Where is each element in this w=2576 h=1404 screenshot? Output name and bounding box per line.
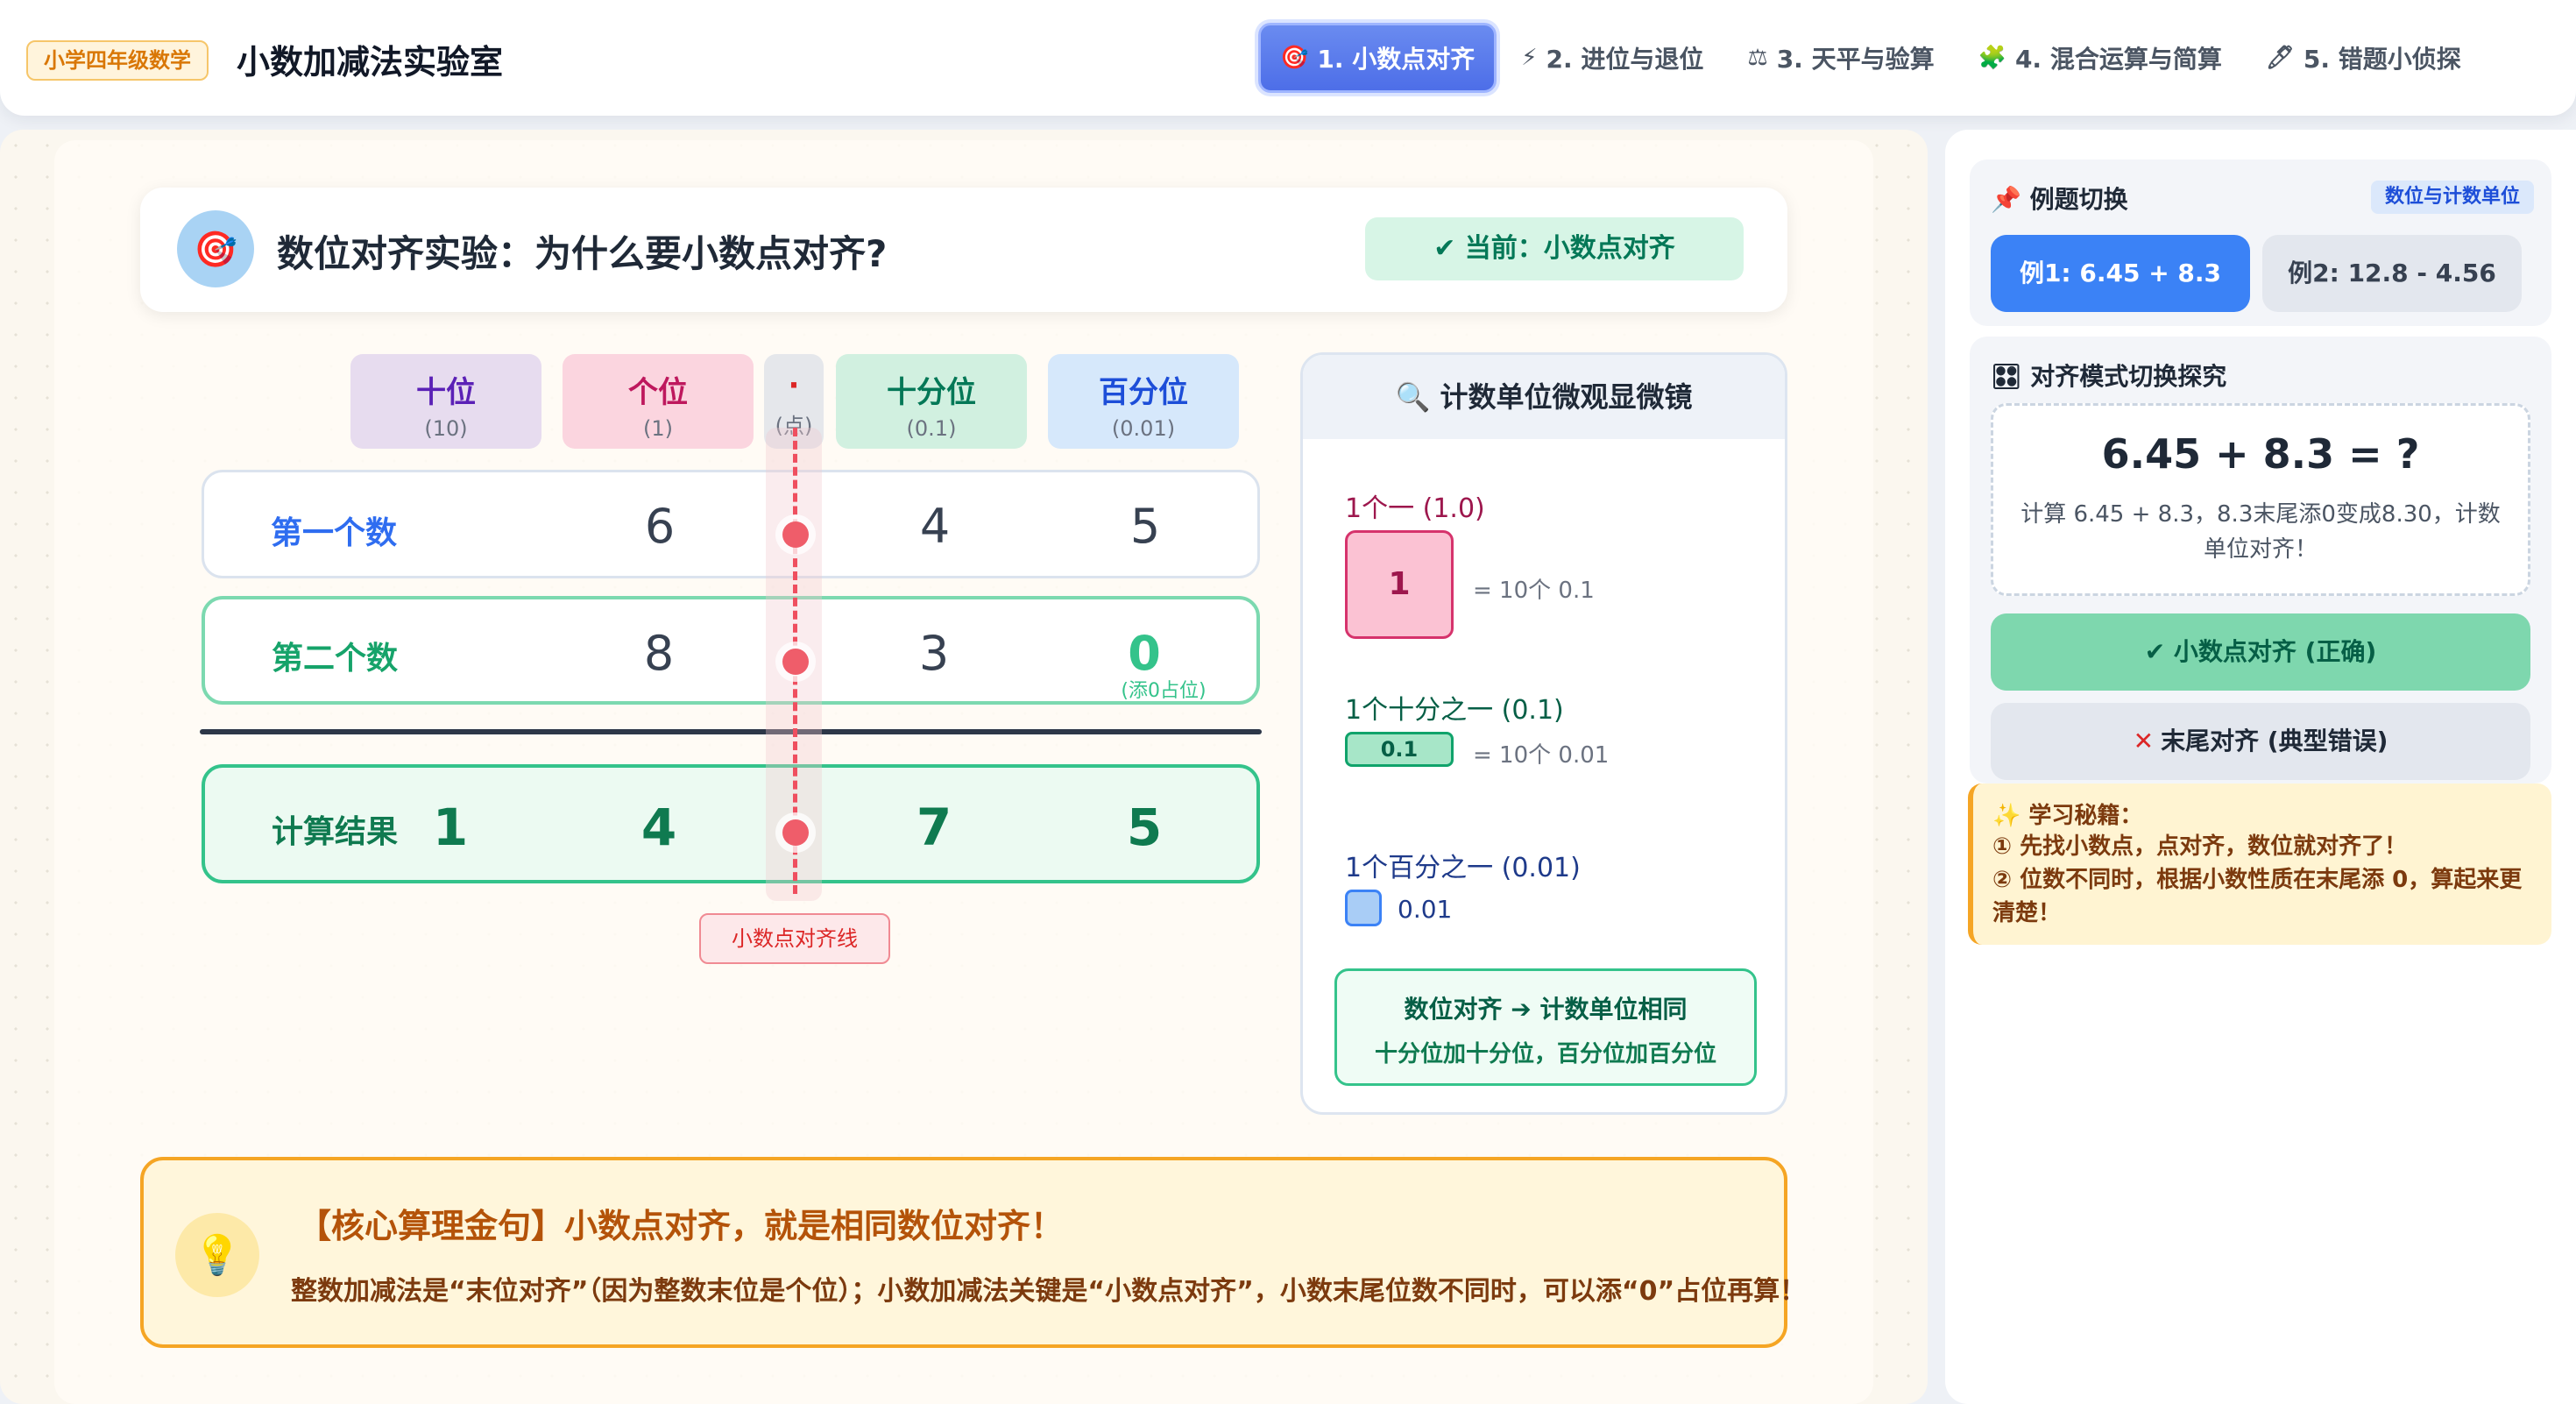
result-row: 计算结果 1 4 7 5	[202, 764, 1260, 883]
tab-carry-borrow[interactable]: ⚡ 2. 进位与退位	[1502, 23, 1723, 93]
core-principle-text: 整数加减法是“末位对齐”（因为整数末位是个位）；小数加减法关键是“小数点对齐”，…	[291, 1276, 1807, 1307]
alignment-mode-title: 🎛 对齐模式切换探究	[1991, 362, 2227, 391]
microscope-summary: 数位对齐 ➔ 计数单位相同 十分位加十分位，百分位加百分位	[1334, 968, 1757, 1086]
one-unit-label: 1个一 (1.0)	[1345, 493, 1485, 524]
row-label: 第二个数	[272, 641, 399, 677]
equation-hint: 计算 6.45 + 8.3，8.3末尾添0变成8.30，计数单位对齐！	[2020, 501, 2501, 563]
second-number-row: 第二个数 8 3 0 (添0占位)	[202, 596, 1260, 705]
mode-label: 末尾对齐 (典型错误)	[2161, 727, 2388, 755]
tab-label: 2. 进位与退位	[1546, 45, 1704, 74]
place-header-tens: 十位 (10)	[350, 354, 541, 449]
puzzle-icon: 🧩	[1978, 45, 2006, 71]
grade-badge: 小学四年级数学	[26, 40, 209, 81]
summary-line-2: 十分位加十分位，百分位加百分位	[1374, 1041, 1716, 1067]
place-header-hundredths: 百分位 (0.01)	[1048, 354, 1239, 449]
padding-note: (添0占位)	[1121, 680, 1207, 702]
decimal-point-mark	[782, 521, 809, 548]
place-name: 百分位	[1099, 375, 1188, 410]
experiment-title: 数位对齐实验：为什么要小数点对齐?	[277, 232, 888, 275]
place-unit: (0.1)	[906, 416, 957, 441]
core-principle-bar: 💡 【核心算理金句】小数点对齐，就是相同数位对齐！ 整数加减法是“末位对齐”（因…	[140, 1157, 1806, 1348]
sum-divider	[200, 729, 1262, 734]
tab-error-detective[interactable]: 🖊 5. 错题小侦探	[2247, 23, 2480, 93]
hundredth-unit-label: 1个百分之一 (0.01)	[1345, 853, 1581, 883]
tab-label: 3. 天平与验算	[1776, 45, 1935, 74]
app-title: 小数加减法实验室	[237, 43, 504, 82]
core-principle-title: 【核心算理金句】小数点对齐，就是相同数位对齐！	[298, 1207, 1065, 1245]
tenth-unit-equivalence: = 10个 0.01	[1473, 742, 1610, 769]
tab-label: 5. 错题小侦探	[2303, 45, 2461, 74]
ones-digit: 4	[640, 798, 677, 857]
one-unit-block: 1	[1345, 530, 1454, 639]
place-name: 个位	[628, 375, 688, 410]
cross-icon: ✕	[2133, 727, 2155, 755]
microscope-title: 🔍 计数单位微观显微镜	[1303, 355, 1785, 439]
unit-microscope-panel: 🔍 计数单位微观显微镜 1个一 (1.0) 1 = 10个 0.1 1个十分之一…	[1300, 352, 1787, 1115]
alignment-mode-card: 🎛 对齐模式切换探究 6.45 + 8.3 = ? 计算 6.45 + 8.3，…	[1970, 337, 2551, 784]
place-name: 十分位	[887, 375, 976, 410]
tab-mixed-ops[interactable]: 🧩 4. 混合运算与简算	[1959, 23, 2241, 93]
decimal-line-tag: 小数点对齐线	[699, 913, 890, 964]
place-header-ones: 个位 (1)	[563, 354, 754, 449]
tenths-digit: 7	[916, 798, 952, 857]
experiment-header: 🎯 数位对齐实验：为什么要小数点对齐? ✔ 当前：小数点对齐	[140, 188, 1787, 312]
right-sidebar: 📌 例题切换 数位与计数单位 例1: 6.45 + 8.3 例2: 12.8 -…	[1945, 130, 2576, 1404]
first-number-row: 第一个数 6 4 5	[202, 470, 1260, 578]
tens-digit: 1	[432, 798, 469, 857]
current-mode-badge: ✔ 当前：小数点对齐	[1365, 217, 1744, 280]
one-unit-equivalence: = 10个 0.1	[1473, 578, 1595, 604]
example-switch-title: 📌 例题切换	[1991, 185, 2128, 214]
decimal-point-mark	[782, 649, 809, 675]
place-name: ·	[788, 368, 800, 403]
place-unit: (0.01)	[1111, 416, 1176, 441]
end-align-mode-button[interactable]: ✕ 末尾对齐 (典型错误)	[1991, 703, 2530, 780]
learning-tips: ✨ 学习秘籍： ① 先找小数点，点对齐，数位就对齐了！ ② 位数不同时，根据小数…	[1968, 784, 2551, 945]
hundredth-unit-block	[1345, 890, 1382, 926]
target-icon: 🎯	[1280, 45, 1309, 71]
hundredth-unit-value: 0.01	[1398, 895, 1453, 924]
example-2-button[interactable]: 例2: 12.8 - 4.56	[2262, 235, 2522, 312]
topic-badge: 数位与计数单位	[2370, 181, 2534, 214]
place-header-tenths: 十分位 (0.1)	[836, 354, 1027, 449]
row-label: 计算结果	[272, 814, 399, 850]
lightbulb-icon: 💡	[175, 1213, 259, 1297]
hundredths-digit: 5	[1129, 499, 1161, 554]
decimal-align-mode-button[interactable]: ✔ 小数点对齐 (正确)	[1991, 613, 2530, 691]
tenths-digit: 4	[919, 499, 951, 554]
tab-balance-check[interactable]: ⚖ 3. 天平与验算	[1728, 23, 1953, 93]
tenths-digit: 3	[918, 626, 950, 681]
ones-digit: 8	[643, 626, 675, 681]
padding-zero-digit: 0	[1128, 626, 1161, 681]
target-icon: 🎯	[177, 210, 254, 287]
tip-line-1: ① 先找小数点，点对齐，数位就对齐了！	[1992, 833, 2408, 860]
scale-icon: ⚖	[1747, 45, 1768, 71]
lesson-tabs: 🎯 1. 小数点对齐 ⚡ 2. 进位与退位 ⚖ 3. 天平与验算 🧩 4. 混合…	[1258, 19, 2486, 96]
example-1-button[interactable]: 例1: 6.45 + 8.3	[1991, 235, 2250, 312]
decimal-point-mark	[782, 819, 809, 846]
place-unit: (10)	[424, 416, 468, 441]
example-switch-card: 📌 例题切换 数位与计数单位 例1: 6.45 + 8.3 例2: 12.8 -…	[1970, 160, 2551, 326]
tab-label: 4. 混合运算与简算	[2014, 45, 2222, 74]
tab-label: 1. 小数点对齐	[1317, 45, 1476, 74]
equation-text: 6.45 + 8.3 = ?	[2101, 430, 2420, 478]
place-unit: (1)	[643, 416, 673, 441]
lightning-icon: ⚡	[1521, 45, 1538, 71]
tenth-unit-label: 1个十分之一 (0.1)	[1345, 695, 1564, 726]
tip-line-2: ② 位数不同时，根据小数性质在末尾添 0，算起来更清楚！	[1992, 867, 2523, 926]
summary-line-1: 数位对齐 ➔ 计数单位相同	[1404, 995, 1688, 1024]
place-name: 十位	[416, 375, 476, 410]
row-label: 第一个数	[271, 515, 398, 551]
equation-display: 6.45 + 8.3 = ? 计算 6.45 + 8.3，8.3末尾添0变成8.…	[1991, 403, 2530, 596]
tab-decimal-align[interactable]: 🎯 1. 小数点对齐	[1258, 23, 1497, 93]
tenth-unit-block: 0.1	[1345, 732, 1454, 767]
ones-digit: 6	[644, 499, 676, 554]
top-header: 小学四年级数学 小数加减法实验室 🎯 1. 小数点对齐 ⚡ 2. 进位与退位 ⚖…	[0, 0, 2576, 116]
hundredths-digit: 5	[1126, 798, 1163, 857]
pen-icon: 🖊	[2265, 45, 2295, 71]
tip-title: ✨ 学习秘籍：	[1992, 803, 2143, 829]
